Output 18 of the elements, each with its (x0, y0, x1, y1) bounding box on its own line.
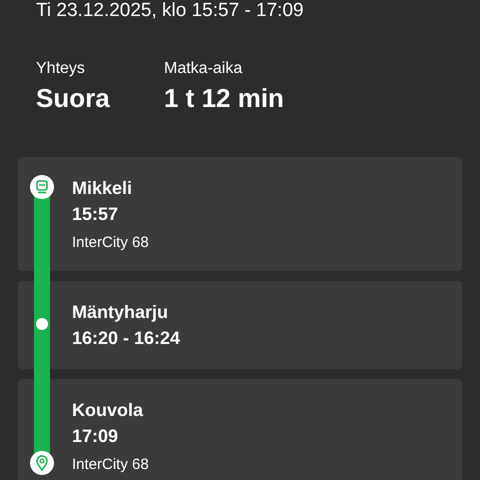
stop-card[interactable]: Mikkeli 15:57 InterCity 68 (18, 157, 462, 271)
summary-value: Suora (36, 82, 110, 114)
stop-card[interactable]: Kouvola 17:09 InterCity 68 (18, 379, 462, 480)
station-name: Mikkeli (72, 177, 132, 200)
train-name: InterCity 68 (72, 455, 149, 475)
stop-card[interactable]: Mäntyharju 16:20 - 16:24 (18, 281, 462, 369)
summary-label: Yhteys (36, 59, 85, 79)
train-icon (30, 175, 54, 199)
stop-time: 15:57 (72, 203, 118, 226)
summary-label: Matka-aika (164, 59, 242, 79)
stop-time: 17:09 (72, 425, 118, 448)
location-pin-icon (30, 451, 54, 475)
train-name: InterCity 68 (72, 233, 149, 253)
summary-value: 1 t 12 min (164, 82, 284, 114)
station-name: Kouvola (72, 399, 144, 422)
stop-time: 16:20 - 16:24 (72, 327, 180, 350)
trip-date-time: Ti 23.12.2025, klo 15:57 - 17:09 (36, 0, 304, 22)
station-name: Mäntyharju (72, 301, 168, 324)
